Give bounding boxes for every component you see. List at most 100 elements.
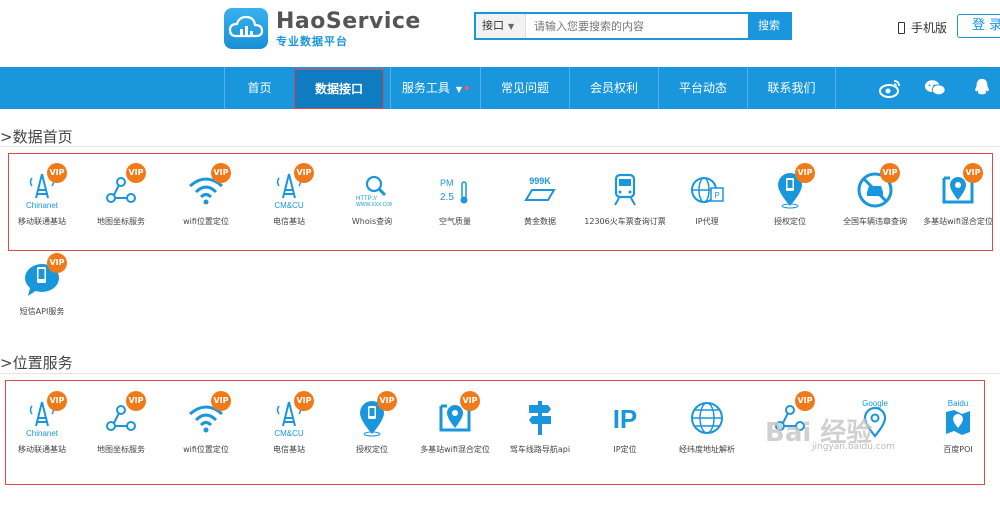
logo-icon[interactable] <box>224 8 268 49</box>
service-label: 百度POI <box>943 445 973 454</box>
service-label: 地图坐标服务 <box>97 217 145 226</box>
chevron-down-icon: ▼ <box>508 22 515 31</box>
nav-item-faq[interactable]: 常见问题 <box>480 67 569 109</box>
main-nav: 首页 数据接口 服务工具 ▼ 常见问题 会员权利 平台动态 联系我们 <box>0 67 1000 109</box>
wechat-icon[interactable] <box>924 78 946 98</box>
service-tile[interactable]: Baidu 百度POI <box>916 390 1000 480</box>
brand-name[interactable]: HaoService <box>276 9 421 34</box>
hot-dot-icon <box>465 86 470 90</box>
service-label: IP定位 <box>613 445 637 454</box>
train-icon <box>605 170 645 210</box>
nav-item-member-rights[interactable]: 会员权利 <box>569 67 658 109</box>
svg-text:2.5: 2.5 <box>440 192 454 203</box>
service-tile[interactable]: VIP 短信API服务 <box>0 252 84 342</box>
service-tile[interactable]: CM&CU VIP 电信基站 <box>247 162 331 252</box>
service-tile[interactable]: IP IP定位 <box>583 390 667 480</box>
nav-item-label: 数据接口 <box>314 82 363 96</box>
service-tile[interactable]: VIP 多基站wifi混合定位 <box>413 390 497 480</box>
service-label: 授权定位 <box>356 445 388 454</box>
service-label: wifi位置定位 <box>183 217 229 226</box>
search-input[interactable] <box>528 14 748 38</box>
vip-badge: VIP <box>963 163 983 183</box>
service-label: Whois查询 <box>351 217 393 226</box>
service-label: 电信基站 <box>273 445 305 454</box>
globe-icon <box>687 398 727 438</box>
service-tile[interactable]: VIP 授权定位 <box>748 162 832 252</box>
nav-item-service-tools[interactable]: 服务工具 ▼ <box>390 67 480 109</box>
vip-badge: VIP <box>795 163 815 183</box>
service-label: 全国车辆违章查询 <box>843 217 907 226</box>
service-tile[interactable]: PM 2.5 空气质量 <box>413 162 497 252</box>
service-tile[interactable]: 驾车线路导航api <box>498 390 582 480</box>
nav-item-data-api[interactable]: 数据接口 <box>294 69 384 109</box>
service-label: 12306火车票查询订票 <box>584 217 666 226</box>
svg-text:CM&CU: CM&CU <box>274 201 304 210</box>
nav-item-label: 服务工具 <box>401 81 450 95</box>
service-tile[interactable]: 999K 黄金数据 <box>498 162 582 252</box>
baidu-poi-icon: Baidu <box>938 398 978 438</box>
svg-text:Chinanet: Chinanet <box>26 201 59 210</box>
ip-proxy-icon: P <box>687 170 727 210</box>
watermark-url: jingyan.baidu.com <box>812 442 896 452</box>
service-tile[interactable]: 经纬度地址解析 <box>665 390 749 480</box>
weibo-icon[interactable] <box>879 78 901 98</box>
search-type-label: 接口 <box>482 19 504 32</box>
service-tile[interactable]: P IP代理 <box>665 162 749 252</box>
qq-icon[interactable] <box>971 77 993 97</box>
nav-item-platform-news[interactable]: 平台动态 <box>658 67 747 109</box>
vip-badge: VIP <box>795 391 815 411</box>
vip-badge: VIP <box>47 163 67 183</box>
svg-text:Baidu: Baidu <box>948 399 968 408</box>
service-tile[interactable]: Chinanet VIP 移动联通基站 <box>0 162 84 252</box>
signpost-icon <box>520 398 560 438</box>
service-tile[interactable]: Chinanet VIP 移动联通基站 <box>0 390 84 480</box>
divider <box>0 146 1000 147</box>
vip-badge: VIP <box>211 163 231 183</box>
section-title-location-service: >位置服务 <box>0 354 73 372</box>
vip-badge: VIP <box>460 391 480 411</box>
service-label: 移动联通基站 <box>18 217 66 226</box>
nav-item-label: 常见问题 <box>500 81 549 95</box>
service-label: 授权定位 <box>774 217 806 226</box>
service-tile[interactable]: VIP 授权定位 <box>330 390 414 480</box>
service-tile[interactable]: VIP 全国车辆违章查询 <box>833 162 917 252</box>
vip-badge: VIP <box>126 163 146 183</box>
login-button[interactable]: 登 录 <box>957 14 1000 38</box>
nav-item-label: 联系我们 <box>767 81 816 95</box>
svg-text:999K: 999K <box>529 176 551 186</box>
service-label: 黄金数据 <box>524 217 556 226</box>
svg-text:Google: Google <box>862 399 888 408</box>
service-tile[interactable]: VIP 地图坐标服务 <box>79 162 163 252</box>
service-label: 移动联通基站 <box>18 445 66 454</box>
service-tile[interactable]: VIP 多基站wifi混合定位 <box>916 162 1000 252</box>
vip-badge: VIP <box>377 391 397 411</box>
service-label: 经纬度地址解析 <box>679 445 735 454</box>
service-tile[interactable]: CM&CU VIP 电信基站 <box>247 390 331 480</box>
service-tile[interactable]: VIP 地图坐标服务 <box>79 390 163 480</box>
mobile-version-link[interactable]: 手机版 <box>898 19 947 36</box>
vip-badge: VIP <box>126 391 146 411</box>
svg-text:CM&CU: CM&CU <box>274 429 304 438</box>
nav-item-label: 首页 <box>247 81 272 95</box>
section-title-data-home: >数据首页 <box>0 128 73 146</box>
search-button[interactable]: 搜索 <box>748 14 790 38</box>
vip-badge: VIP <box>47 253 67 273</box>
header: HaoService 专业数据平台 接口 ▼ 搜索 手机版 登 录 <box>0 0 1000 67</box>
phone-icon <box>898 22 905 34</box>
service-tile[interactable]: VIP wifi位置定位 <box>164 390 248 480</box>
service-label: 驾车线路导航api <box>509 445 571 454</box>
service-tile[interactable]: HTTP://WWW.XXX.COM Whois查询 <box>330 162 414 252</box>
nav-item-contact[interactable]: 联系我们 <box>747 67 836 109</box>
search-type-select[interactable]: 接口 ▼ <box>476 14 526 38</box>
service-label: 短信API服务 <box>19 307 65 316</box>
service-label: IP代理 <box>695 217 719 226</box>
service-label: wifi位置定位 <box>183 445 229 454</box>
service-label: 多基站wifi混合定位 <box>420 445 490 454</box>
service-tile[interactable]: VIP wifi位置定位 <box>164 162 248 252</box>
search-bar: 接口 ▼ 搜索 <box>474 12 792 40</box>
air-quality-icon: PM 2.5 <box>435 170 475 210</box>
svg-text:P: P <box>714 191 719 200</box>
service-tile[interactable]: 12306火车票查询订票 <box>583 162 667 252</box>
nav-item-home[interactable]: 首页 <box>224 67 294 109</box>
service-label: 地图坐标服务 <box>97 445 145 454</box>
